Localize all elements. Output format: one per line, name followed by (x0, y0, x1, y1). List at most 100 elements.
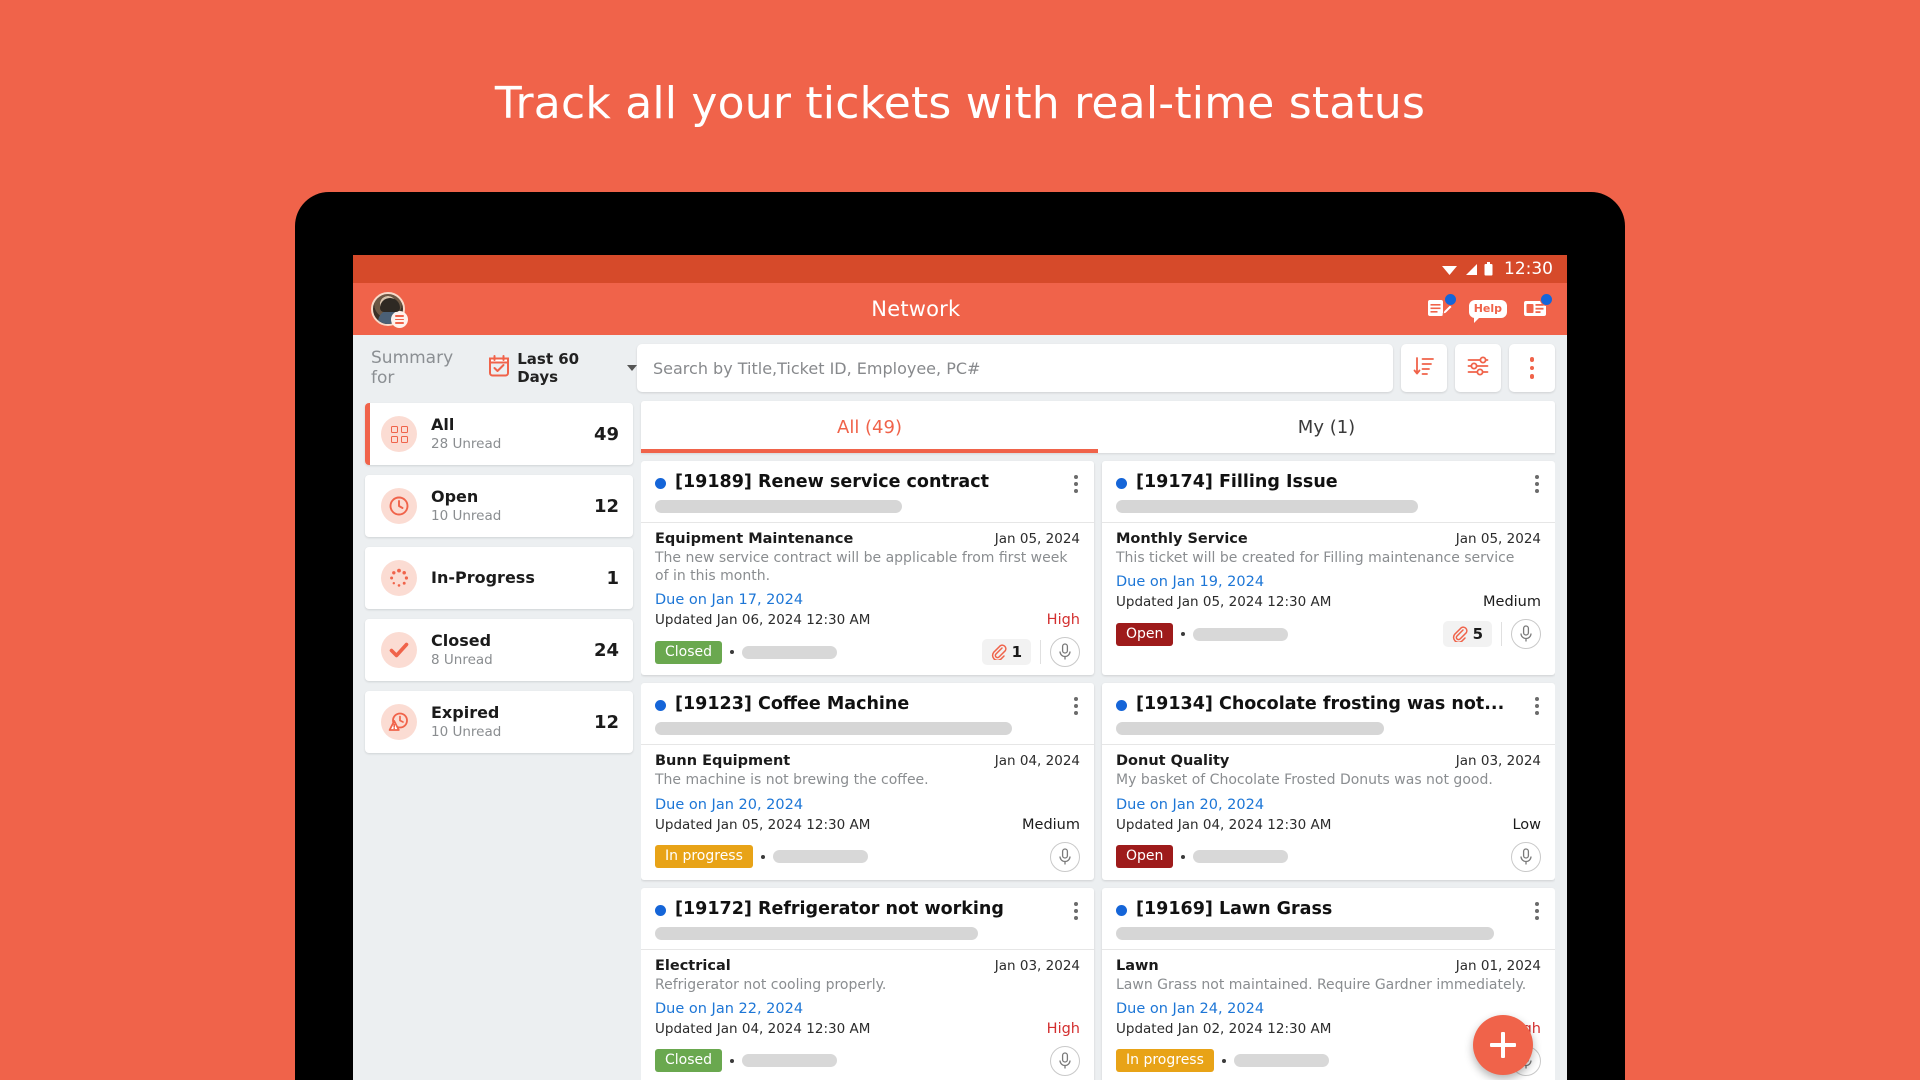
status-bar: 12:30 (353, 255, 1567, 283)
date-range-value: Last 60 Days (517, 350, 580, 386)
ticket-card[interactable]: [19172] Refrigerator not working Electric… (641, 887, 1094, 1080)
search-box[interactable] (637, 344, 1393, 392)
ticket-category: Bunn Equipment (655, 753, 791, 770)
sidebar-item-expired[interactable]: Expired 10 Unread 12 (365, 691, 633, 753)
voice-note-button[interactable] (1050, 637, 1080, 668)
microphone-icon (1059, 1052, 1071, 1069)
ticket-footer: In progress (655, 841, 1080, 872)
unread-dot-icon (1116, 904, 1127, 916)
ticket-menu-icon[interactable] (1533, 471, 1541, 497)
ticket-description: The machine is not brewing the coffee. (655, 772, 929, 789)
ticket-category: Donut Quality (1116, 753, 1230, 770)
divider (1501, 622, 1502, 647)
ticket-category: Electrical (655, 957, 731, 974)
ticket-description: Refrigerator not cooling properly. (655, 976, 887, 993)
ticket-menu-icon[interactable] (1072, 693, 1080, 719)
voice-note-button[interactable] (1050, 841, 1080, 872)
voice-note-button[interactable] (1511, 841, 1541, 872)
add-ticket-fab[interactable] (1473, 1015, 1533, 1075)
ticket-card[interactable]: [19123] Coffee Machine Bunn Equipment Jan … (641, 683, 1094, 880)
microphone-icon (1520, 847, 1532, 865)
ticket-placeholder-bar (655, 926, 978, 940)
menu-icon[interactable] (391, 311, 408, 328)
tab-all[interactable]: All (49) (641, 401, 1098, 453)
search-input[interactable] (653, 358, 1377, 378)
attachment-chip[interactable]: 5 (1442, 621, 1492, 648)
ticket-category: Lawn (1116, 957, 1159, 974)
ticket-meta-row: Bunn Equipment Jan 04, 2024 (655, 753, 1080, 769)
attachment-icon (1452, 626, 1468, 643)
ticket-meta-row: Lawn Jan 01, 2024 (1116, 958, 1541, 974)
divider (641, 948, 1094, 950)
check-icon (381, 632, 417, 668)
divider (1102, 948, 1555, 950)
sidebar-item-count: 12 (593, 711, 619, 733)
ticket-due-date: Due on Jan 24, 2024 (1116, 1000, 1265, 1017)
status-sidebar: All 28 Unread 49 Open 10 Unread 12 In-Pr… (365, 401, 633, 1080)
ticket-priority: High (1046, 1020, 1080, 1037)
ticket-card[interactable]: [19134] Chocolate frosting was not... Don… (1102, 683, 1555, 880)
microphone-icon (1059, 847, 1071, 865)
sidebar-item-all[interactable]: All 28 Unread 49 (365, 403, 633, 465)
ticket-due-row: Due on Jan 17, 2024 Updated Jan 06, 2024 … (655, 591, 1080, 628)
ticket-description: Lawn Grass not maintained. Require Gardn… (1116, 976, 1527, 993)
tab-my[interactable]: My (1) (1098, 401, 1555, 453)
attachment-chip[interactable]: 1 (981, 639, 1031, 666)
compose-icon[interactable] (1427, 293, 1457, 321)
ticket-due-date: Due on Jan 20, 2024 (655, 796, 804, 813)
ticket-menu-icon[interactable] (1533, 693, 1541, 719)
voice-note-button[interactable] (1050, 1045, 1080, 1076)
ticket-footer: Open (1116, 841, 1541, 872)
ticket-due-row: Due on Jan 20, 2024 Updated Jan 04, 2024 … (1116, 796, 1541, 833)
expired-icon (381, 704, 417, 740)
ticket-card-header: [19174] Filling Issue (1116, 471, 1541, 497)
date-range-picker[interactable]: Last 60 Days (488, 350, 637, 386)
ticket-due-row: Due on Jan 19, 2024 Updated Jan 05, 2024 … (1116, 573, 1541, 610)
help-icon[interactable]: Help (1468, 300, 1507, 323)
avatar[interactable] (371, 292, 408, 328)
more-options-button[interactable] (1509, 344, 1555, 392)
ticket-footer: Closed (655, 1045, 1080, 1076)
ticket-updated: Updated Jan 04, 2024 12:30 AM (655, 1020, 871, 1037)
sidebar-item-open[interactable]: Open 10 Unread 12 (365, 475, 633, 537)
main-body: All 28 Unread 49 Open 10 Unread 12 In-Pr… (353, 401, 1567, 1080)
search-area (637, 344, 1555, 392)
tickets-grid: [19189] Renew service contract Equipment … (641, 461, 1555, 1080)
ticket-due-date: Due on Jan 17, 2024 (655, 592, 804, 609)
sidebar-item-closed[interactable]: Closed 8 Unread 24 (365, 619, 633, 681)
ticket-menu-icon[interactable] (1072, 898, 1080, 924)
spinner-icon (381, 560, 417, 596)
sort-button[interactable] (1401, 344, 1447, 392)
sidebar-item-label: Closed (431, 630, 492, 650)
separator-dot (1221, 1058, 1226, 1063)
ticket-card-header: [19189] Renew service contract (655, 471, 1080, 497)
ticket-due-row: Due on Jan 22, 2024 Updated Jan 04, 2024 … (655, 1000, 1080, 1037)
ticket-placeholder-bar (655, 722, 1012, 736)
microphone-icon (1059, 643, 1071, 660)
ticket-priority: Medium (1483, 594, 1541, 611)
news-icon[interactable] (1523, 293, 1553, 321)
status-badge: In progress (1116, 1049, 1214, 1073)
sidebar-item-label: In-Progress (431, 567, 535, 587)
ticket-menu-icon[interactable] (1072, 471, 1080, 497)
voice-note-button[interactable] (1511, 619, 1541, 650)
filter-button[interactable] (1455, 344, 1501, 392)
sidebar-item-label: Open (431, 486, 479, 506)
ticket-priority: High (1046, 612, 1080, 629)
notification-badge (1443, 293, 1457, 306)
ticket-footer: Open 5 (1116, 619, 1541, 650)
sidebar-item-in-progress[interactable]: In-Progress 1 (365, 547, 633, 609)
tickets-scroll-area[interactable]: [19189] Renew service contract Equipment … (641, 453, 1555, 1080)
sidebar-item-unread: 10 Unread (431, 508, 502, 525)
ticket-card[interactable]: [19174] Filling Issue Monthly Service Jan … (1102, 461, 1555, 676)
summary-block: Summary for Last 60 Days (365, 348, 637, 388)
ticket-priority: Low (1512, 816, 1541, 833)
separator-dot (1181, 854, 1186, 859)
ticket-menu-icon[interactable] (1533, 898, 1541, 924)
sidebar-item-label: All (431, 414, 455, 434)
ticket-footer-actions: 1 (981, 637, 1080, 668)
ticket-placeholder-bar (1116, 500, 1418, 513)
status-badge: Open (1116, 622, 1174, 646)
ticket-title: [19174] Filling Issue (1136, 472, 1338, 492)
ticket-card[interactable]: [19189] Renew service contract Equipment … (641, 461, 1094, 676)
